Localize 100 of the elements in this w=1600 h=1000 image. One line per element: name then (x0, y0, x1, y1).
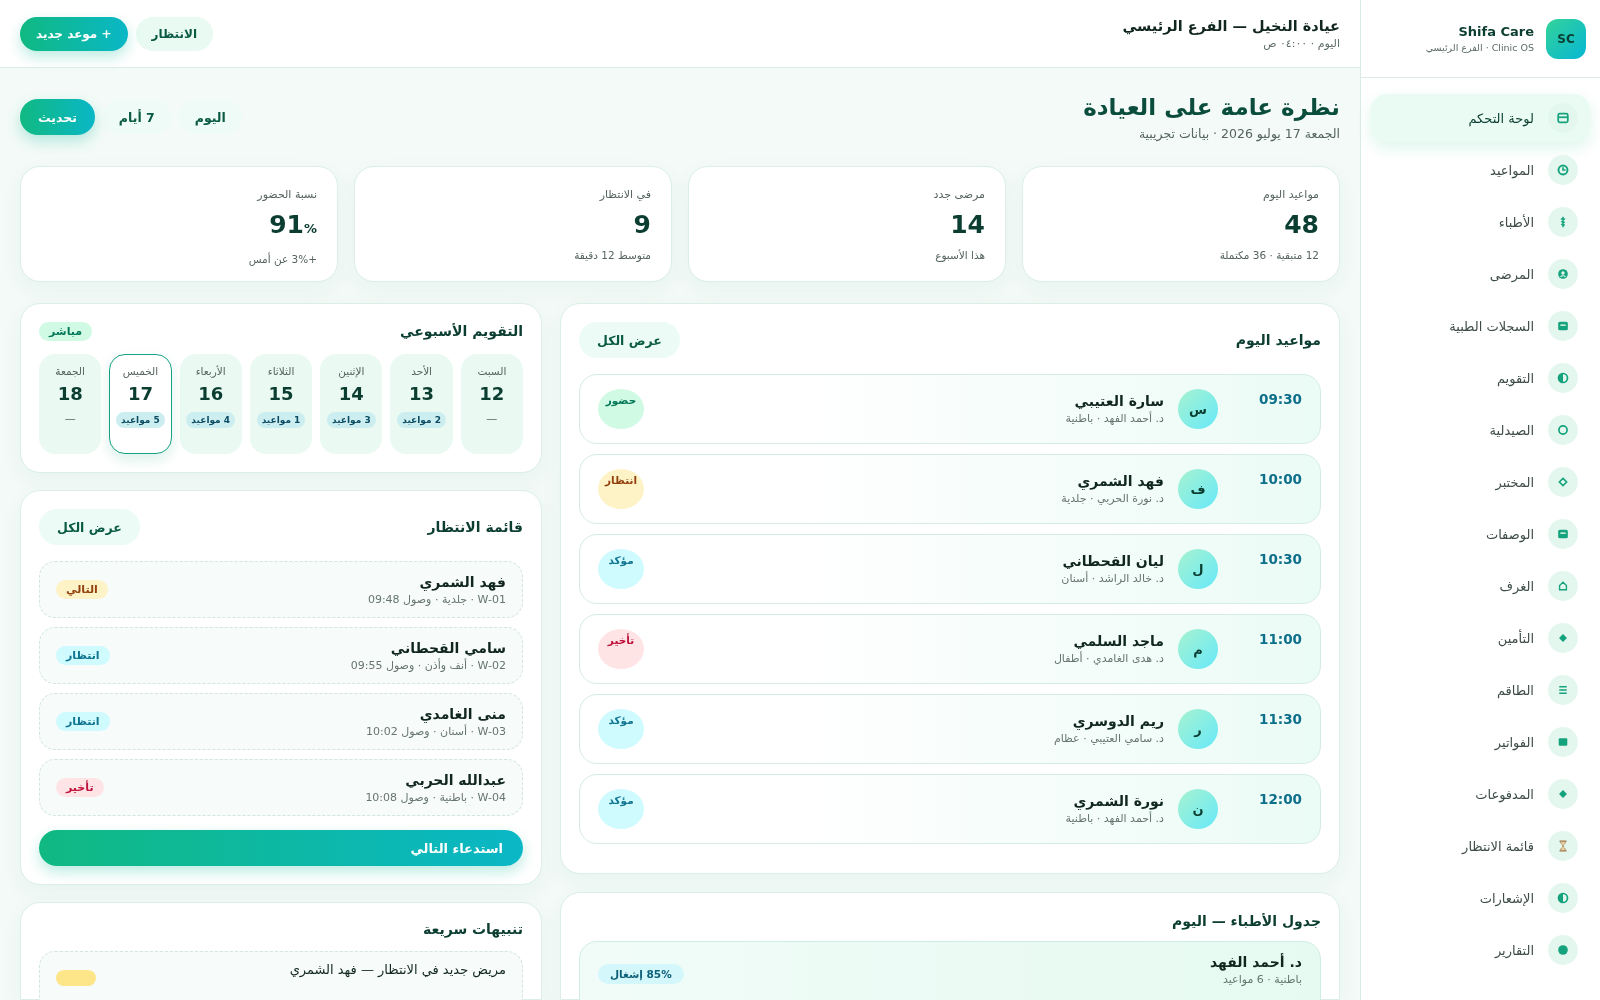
queue-button[interactable]: الانتظار (135, 16, 214, 51)
nav-item[interactable]: المرضى (1371, 250, 1590, 298)
weekday-label: الأربعاء (195, 365, 226, 377)
doctor-details: باطنية · 6 مواعيد (1223, 973, 1302, 986)
status-badge: مؤكد (598, 709, 644, 749)
appointment-count: 2 مواعيد (397, 412, 446, 428)
nav-item[interactable]: الأطباء (1371, 198, 1590, 246)
patient-name: سامي القحطاني (390, 639, 506, 656)
status-badge: انتظار (56, 646, 110, 665)
nav-item[interactable]: لوحة التحكم (1371, 94, 1590, 142)
status-badge: مؤكد (598, 789, 644, 829)
appointment-details: د. سامي العتيبي · عظام (1053, 732, 1164, 745)
waiting-details: W-04 · باطنية · وصول 10:08 (365, 790, 506, 804)
nav-item[interactable]: المختبر (1371, 458, 1590, 506)
status-badge: انتظار (56, 712, 110, 731)
stat-value: 91% (269, 209, 317, 241)
nav-item[interactable]: التقارير (1371, 926, 1590, 974)
nav-item[interactable]: الطاقم (1371, 666, 1590, 714)
weekday-label: الخميس (122, 365, 159, 377)
patient-name: فهد الشمري (419, 573, 506, 590)
appointment-time: 09:30 (1258, 391, 1302, 407)
card-title: جدول الأطباء — اليوم (1172, 913, 1321, 929)
clinic-subtitle: اليوم · ٠٤:٠٠ ص (1263, 36, 1340, 50)
ring-icon (1548, 415, 1578, 445)
waiting-item[interactable]: منى الغامدي W-03 · أسنان · وصول 10:02 انتظار (39, 693, 523, 750)
nav-item[interactable]: الغرف (1371, 562, 1590, 610)
period-button[interactable]: 7 أيام (102, 100, 171, 134)
weekday-label: الإثنين (338, 365, 365, 377)
status-badge: التالي (56, 580, 108, 599)
nav-item[interactable]: التأمين (1371, 614, 1590, 662)
view-all-button[interactable]: عرض الكل (39, 509, 140, 545)
person-circle-icon (1548, 259, 1578, 289)
patient-name: ريم الدوسري (1072, 713, 1164, 729)
half-circle-icon (1548, 363, 1578, 393)
page-title: نظرة عامة على العيادة (1083, 93, 1340, 120)
doctor-name: د. أحمد الفهد (1209, 954, 1302, 970)
day-number: 17 (127, 383, 153, 404)
page-subtitle: الجمعة 17 يوليو 2026 · بيانات تجريبية (1138, 125, 1340, 141)
appointment-details: د. نورة الحربي · جلدية (1061, 492, 1164, 505)
day-number: 15 (268, 383, 294, 404)
brand-subtitle: Clinic OS · الفرع الرئيسي (1425, 42, 1534, 53)
nav-item[interactable]: المواعيد (1371, 146, 1590, 194)
nav-item[interactable]: قائمة الانتظار (1371, 822, 1590, 870)
rod-icon (1548, 207, 1578, 237)
appointment-details: د. خالد الراشد · أسنان (1061, 572, 1164, 585)
day-number: 13 (409, 383, 435, 404)
nav-item[interactable]: السجلات الطبية (1371, 302, 1590, 350)
patient-avatar: ل (1178, 549, 1218, 589)
weekday-label: السبت (477, 365, 507, 377)
alert-item[interactable]: مريض جديد في الانتظار — فهد الشمري (39, 951, 523, 1000)
card-icon (1548, 311, 1578, 341)
clock-icon (1548, 155, 1578, 185)
day-number: 18 (57, 383, 83, 404)
card-icon (1548, 519, 1578, 549)
appointment-time: 11:00 (1258, 631, 1302, 647)
lines-icon (1548, 675, 1578, 705)
nav-item[interactable]: الفواتير (1371, 718, 1590, 766)
appointment-time: 10:00 (1258, 471, 1302, 487)
period-button[interactable]: اليوم (178, 100, 242, 134)
appointment-count: 1 مواعيد (256, 412, 306, 428)
appointment-details: د. أحمد الفهد · باطنية (1065, 412, 1164, 425)
appointment-time: 12:00 (1258, 791, 1302, 807)
stat-value: 14 (950, 209, 985, 241)
weekday-label: الأحد (411, 365, 433, 377)
appointment-count: 3 مواعيد (326, 412, 376, 428)
appointment-details: د. أحمد الفهد · باطنية (1065, 812, 1164, 825)
hourglass-icon (1548, 831, 1578, 861)
waiting-details: W-03 · أسنان · وصول 10:02 (366, 724, 506, 738)
weekday-label: الثلاثاء (267, 365, 295, 377)
appointment-count: 4 مواعيد (186, 412, 236, 428)
alert-text: مريض جديد في الانتظار — فهد الشمري (289, 962, 506, 977)
waiting-item[interactable]: عبدالله الحربي W-04 · باطنية · وصول 10:08 تأخير (39, 759, 523, 816)
nav-item[interactable]: المدفوعات (1371, 770, 1590, 818)
stat-label: مرضى جدد (933, 187, 985, 203)
patient-avatar: ر (1178, 709, 1218, 749)
patient-name: منى الغامدي (419, 705, 506, 722)
status-badge: حضور (598, 389, 644, 429)
waiting-item[interactable]: فهد الشمري W-01 · جلدية · وصول 09:48 التالي (39, 561, 523, 618)
view-all-button[interactable]: عرض الكل (579, 322, 680, 358)
card-title: مواعيد اليوم (1235, 332, 1321, 348)
live-badge: مباشر (39, 321, 93, 341)
house-icon (1548, 571, 1578, 601)
nav-item[interactable]: التقويم (1371, 354, 1590, 402)
waiting-item[interactable]: سامي القحطاني W-02 · أنف وأذن · وصول 09:55 انتظار (39, 627, 523, 684)
occupancy-badge: 85% إشغال (598, 964, 684, 984)
stat-value: 48 (1284, 209, 1319, 241)
nav-item[interactable]: الصيدلية (1371, 406, 1590, 454)
stat-label: مواعيد اليوم (1263, 187, 1319, 203)
half-circle-icon (1548, 883, 1578, 913)
dot-icon (1548, 935, 1578, 965)
day-number: 16 (198, 383, 224, 404)
nav-item[interactable]: الوصفات (1371, 510, 1590, 558)
status-badge: مؤكد (598, 549, 644, 589)
patient-name: نورة الشمري (1073, 793, 1164, 809)
patient-avatar: ف (1178, 469, 1218, 509)
brand-name: Shifa Care (1458, 24, 1534, 39)
appointment-time: 10:30 (1258, 551, 1302, 567)
nav-item[interactable]: الإشعارات (1371, 874, 1590, 922)
stat-label: في الانتظار (599, 187, 651, 203)
tag-icon (56, 970, 96, 986)
